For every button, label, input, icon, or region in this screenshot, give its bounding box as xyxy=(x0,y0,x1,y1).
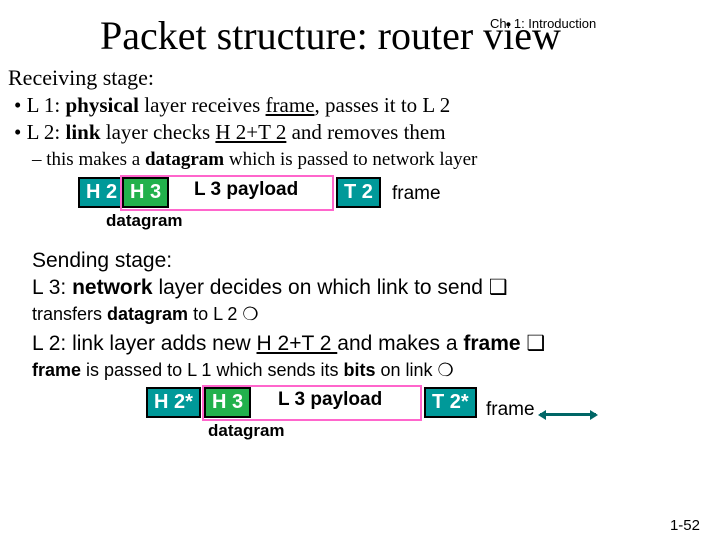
datagram-label-2: datagram xyxy=(208,421,285,441)
fp-suffix: on link ❍ xyxy=(376,360,454,380)
diagram-send: H 2* H 3 L 3 payload T 2* frame datagram xyxy=(146,387,712,465)
cell-h3: H 3 xyxy=(122,177,169,208)
cell2-payload: L 3 payload xyxy=(264,389,396,411)
b1-underline: frame xyxy=(266,93,315,117)
send-frame-pass: frame is passed to L 1 which sends its b… xyxy=(32,360,712,381)
slide-title: Packet structure: router view xyxy=(0,12,720,59)
b2-bold: link xyxy=(66,120,101,144)
l3-bold: network xyxy=(72,276,153,299)
sub-prefix: – this makes a xyxy=(32,149,145,170)
receiving-heading: Receiving stage: xyxy=(8,65,712,91)
b1-suffix: , passes it to L 2 xyxy=(315,93,451,117)
b1-prefix: • L 1: xyxy=(14,93,66,117)
cell-payload: L 3 payload xyxy=(180,179,312,201)
xfer-suffix: to L 2 ❍ xyxy=(188,304,259,324)
send-l3: L 3: network layer decides on which link… xyxy=(32,275,712,300)
fp-mid: is passed to L 1 which sends its xyxy=(81,360,343,380)
fp-bold2: bits xyxy=(344,360,376,380)
send-l2: L 2: link layer adds new H 2+T 2 and mak… xyxy=(32,331,712,356)
sub-bullet-datagram: – this makes a datagram which is passed … xyxy=(32,149,712,171)
l2-underline: H 2+T 2 xyxy=(257,332,338,355)
b2-underline: H 2+T 2 xyxy=(215,120,286,144)
l2-prefix: L 2: link layer adds new xyxy=(32,332,257,355)
b2-suffix: and removes them xyxy=(286,120,445,144)
cell-h2: H 2 xyxy=(78,177,125,208)
bullet-l2: • L 2: link layer checks H 2+T 2 and rem… xyxy=(8,120,712,145)
l2-bold: frame xyxy=(463,332,520,355)
page-number: 1-52 xyxy=(670,517,700,534)
frame-label-2: frame xyxy=(486,399,535,421)
xfer-prefix: transfers xyxy=(32,304,107,324)
cell2-h2: H 2* xyxy=(146,387,201,418)
diagram-receive: H 2 H 3 L 3 payload T 2 frame datagram xyxy=(78,177,712,247)
l2-suffix: ❑ xyxy=(521,332,546,355)
bullet-l1: • L 1: physical layer receives frame, pa… xyxy=(8,93,712,118)
b2-prefix: • L 2: xyxy=(14,120,66,144)
link-arrow-icon xyxy=(540,413,596,416)
b2-mid: layer checks xyxy=(101,120,216,144)
b1-bold: physical xyxy=(66,93,140,117)
sending-heading: Sending stage: xyxy=(32,249,712,273)
cell2-t2: T 2* xyxy=(424,387,477,418)
sub-suffix: which is passed to network layer xyxy=(224,149,477,170)
b1-mid: layer receives xyxy=(139,93,266,117)
chapter-label: Ch. 1: Introduction xyxy=(490,16,596,31)
sub-bold: datagram xyxy=(145,149,224,170)
cell-t2: T 2 xyxy=(336,177,381,208)
l2-mid: and makes a xyxy=(337,332,463,355)
datagram-label: datagram xyxy=(106,211,183,231)
frame-label: frame xyxy=(392,183,441,205)
l3-suffix: layer decides on which link to send ❑ xyxy=(153,276,508,299)
xfer-bold: datagram xyxy=(107,304,188,324)
l3-prefix: L 3: xyxy=(32,276,72,299)
fp-bold1: frame xyxy=(32,360,81,380)
cell2-h3: H 3 xyxy=(204,387,251,418)
send-transfer: transfers datagram to L 2 ❍ xyxy=(32,304,712,325)
